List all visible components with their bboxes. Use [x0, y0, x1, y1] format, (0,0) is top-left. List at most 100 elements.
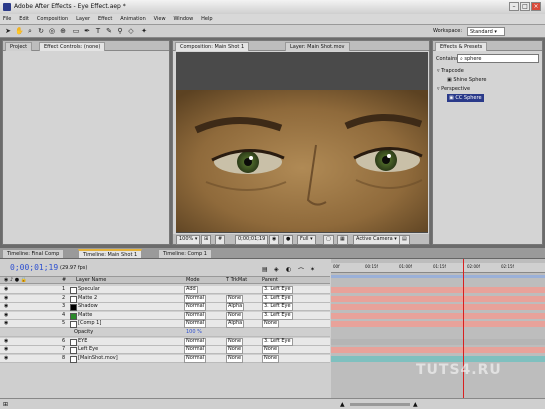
layer-mode-dropdown[interactable]: Normal [184, 303, 207, 312]
rotate-tool-icon[interactable]: ↻ [37, 27, 45, 35]
parent-dropdown[interactable]: 3. Left Eye [262, 337, 293, 346]
zoom-dropdown[interactable]: 100% ▾ [176, 235, 201, 245]
text-tool-icon[interactable]: T [94, 27, 102, 35]
layer-row[interactable]: ◉ 8 [MainShot.mov] Normal None None [0, 354, 330, 363]
clone-stamp-tool-icon[interactable]: ⚲ [116, 27, 124, 35]
region-of-interest-icon[interactable]: ▢ [323, 235, 334, 245]
minimize-icon[interactable]: – [509, 2, 519, 11]
video-toggle-icon[interactable]: ◉ [4, 346, 8, 353]
trkmat-dropdown[interactable]: Alpha [226, 303, 245, 312]
mask-tool-icon[interactable]: ▭ [72, 27, 80, 35]
layer-name[interactable]: Left Eye [78, 346, 98, 353]
layer-duration-bar[interactable] [331, 295, 545, 302]
trkmat-dropdown[interactable]: Alpha [226, 320, 245, 329]
channel-icon[interactable]: ● [283, 235, 294, 245]
layer-row[interactable]: ◉ 4 Matte Normal None 3. Left Eye [0, 311, 330, 320]
graph-editor-icon[interactable]: ⌒ [298, 266, 304, 275]
layer-duration-bar[interactable] [331, 321, 545, 328]
parent-dropdown[interactable]: None [262, 354, 280, 363]
layer-name[interactable]: Specular [78, 286, 100, 293]
view-layout-icon[interactable]: ▤ [399, 235, 410, 245]
toggle-switches-icon[interactable]: ⊞ [3, 401, 8, 408]
zoom-in-icon[interactable]: ▲ [413, 401, 418, 408]
layer-duration-bar[interactable] [331, 304, 545, 311]
layer-row[interactable]: ◉ 2 Matte 2 Normal None 3. Left Eye [0, 294, 330, 303]
menu-edit[interactable]: Edit [16, 14, 32, 25]
resolution-dropdown[interactable]: Full ▾ [297, 235, 316, 245]
tab-composition[interactable]: Composition: Main Shot 1 [175, 42, 250, 51]
work-area-bar[interactable] [331, 275, 545, 278]
layer-mode-dropdown[interactable]: Normal [184, 294, 207, 303]
layer-row[interactable]: ◉ 3 Shadow Normal Alpha 3. Left Eye [0, 303, 330, 312]
menu-window[interactable]: Window [170, 14, 196, 25]
pan-behind-tool-icon[interactable]: ⊕ [59, 27, 67, 35]
layer-mode-dropdown[interactable]: Normal [184, 354, 207, 363]
layer-mode-dropdown[interactable]: Normal [184, 337, 207, 346]
tree-folder-trapcode[interactable]: ▿ Trapcode [437, 67, 464, 75]
menu-file[interactable]: File [0, 14, 14, 25]
timeline-zoom-slider[interactable] [350, 403, 410, 406]
video-toggle-icon[interactable]: ◉ [4, 295, 8, 302]
property-value[interactable]: 100 % [186, 329, 202, 336]
composition-viewer[interactable] [176, 52, 428, 233]
timeline-timecode[interactable]: 0;00;01;19 [10, 263, 58, 272]
layer-mode-dropdown[interactable]: Normal [184, 346, 207, 355]
workspace-select[interactable]: Standard ▾ [467, 27, 505, 36]
comp-mini-flowchart-icon[interactable]: ▤ [262, 266, 268, 273]
tab-effect-controls[interactable]: Effect Controls: (none) [39, 42, 106, 51]
parent-dropdown[interactable]: 3. Left Eye [262, 311, 293, 320]
layer-name[interactable]: Shadow [78, 303, 98, 310]
transparency-grid-icon[interactable]: ▦ [337, 235, 348, 245]
video-toggle-icon[interactable]: ◉ [4, 355, 8, 362]
tab-timeline-final-comp[interactable]: Timeline: Final Comp [2, 249, 65, 258]
layer-duration-bar[interactable] [331, 287, 545, 293]
tree-item-cc-sphere[interactable]: ▣ CC Sphere [447, 94, 484, 102]
layer-name[interactable]: [Comp 1] [78, 320, 101, 327]
motion-blur-icon[interactable]: ◐ [286, 266, 291, 273]
property-row[interactable]: Opacity 100 % [0, 329, 330, 337]
tree-item-shine-sphere[interactable]: ▣ Shine Sphere [447, 76, 487, 84]
trkmat-dropdown[interactable]: None [226, 294, 244, 303]
snapshot-icon[interactable]: ◉ [269, 235, 280, 245]
tab-effects-presets[interactable]: Effects & Presets [435, 42, 488, 51]
video-toggle-icon[interactable]: ◉ [4, 338, 8, 345]
tab-project[interactable]: Project [5, 42, 33, 51]
trkmat-dropdown[interactable]: None [226, 354, 244, 363]
tab-timeline-comp-1[interactable]: Timeline: Comp 1 [158, 249, 212, 258]
menu-effect[interactable]: Effect [95, 14, 115, 25]
layer-duration-bar[interactable] [331, 312, 545, 319]
trkmat-dropdown[interactable]: None [226, 337, 244, 346]
layer-name[interactable]: Matte [78, 312, 92, 319]
pen-tool-icon[interactable]: ✒ [83, 27, 91, 35]
current-time-display[interactable]: 0;00;01;19 [235, 235, 269, 245]
safe-margins-icon[interactable]: ⊞ [201, 235, 212, 245]
zoom-tool-icon[interactable]: ⌕ [26, 27, 34, 35]
layer-duration-bar[interactable] [331, 338, 545, 345]
layer-row[interactable]: ◉ 6 EYE Normal None 3. Left Eye [0, 337, 330, 346]
video-toggle-icon[interactable]: ◉ [4, 286, 8, 293]
tree-folder-perspective[interactable]: ▿ Perspective [437, 85, 470, 93]
grid-icon[interactable]: # [215, 235, 226, 245]
trkmat-dropdown[interactable]: None [226, 346, 244, 355]
close-icon[interactable]: × [531, 2, 541, 11]
layer-mode-dropdown[interactable]: Normal [184, 320, 207, 329]
view-dropdown[interactable]: Active Camera ▾ [353, 235, 400, 245]
header-layer-name[interactable]: Layer Name [76, 277, 106, 284]
brainstorm-icon[interactable]: ✶ [310, 266, 315, 273]
draft-3d-icon[interactable]: ◈ [274, 266, 279, 273]
parent-dropdown[interactable]: 3. Left Eye [262, 286, 293, 294]
zoom-out-icon[interactable]: ▲ [340, 401, 345, 408]
layer-name[interactable]: EYE [78, 338, 87, 345]
layer-duration-bar[interactable] [331, 330, 545, 336]
video-toggle-icon[interactable]: ◉ [4, 312, 8, 319]
layer-name[interactable]: [MainShot.mov] [78, 355, 118, 362]
parent-dropdown[interactable]: None [262, 346, 280, 355]
layer-row[interactable]: ◉ 1 Specular Add 3. Left Eye [0, 286, 330, 294]
layer-name[interactable]: Matte 2 [78, 295, 97, 302]
layer-row[interactable]: ◉ 7 Left Eye Normal None None [0, 346, 330, 355]
effects-search-input[interactable]: ⌕ sphere [457, 54, 539, 63]
layer-duration-bar[interactable] [331, 347, 545, 354]
eraser-tool-icon[interactable]: ◇ [127, 27, 135, 35]
menu-layer[interactable]: Layer [73, 14, 93, 25]
camera-tool-icon[interactable]: ◎ [48, 27, 56, 35]
